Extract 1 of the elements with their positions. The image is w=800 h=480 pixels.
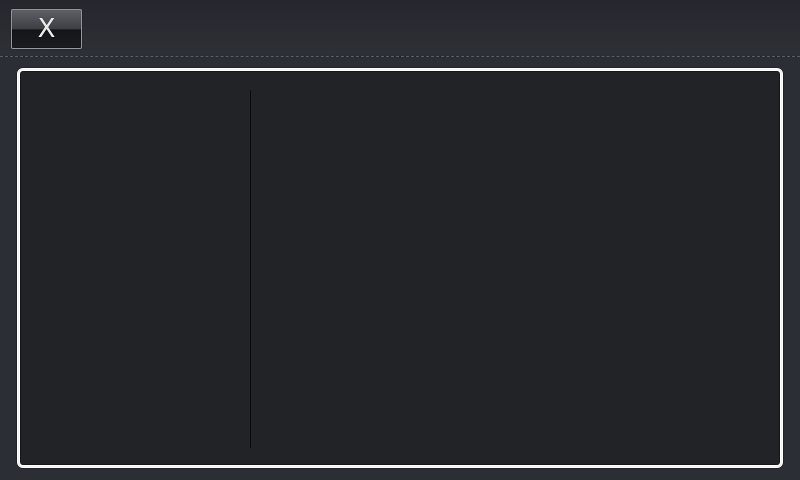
close-button[interactable]: X <box>11 9 82 49</box>
